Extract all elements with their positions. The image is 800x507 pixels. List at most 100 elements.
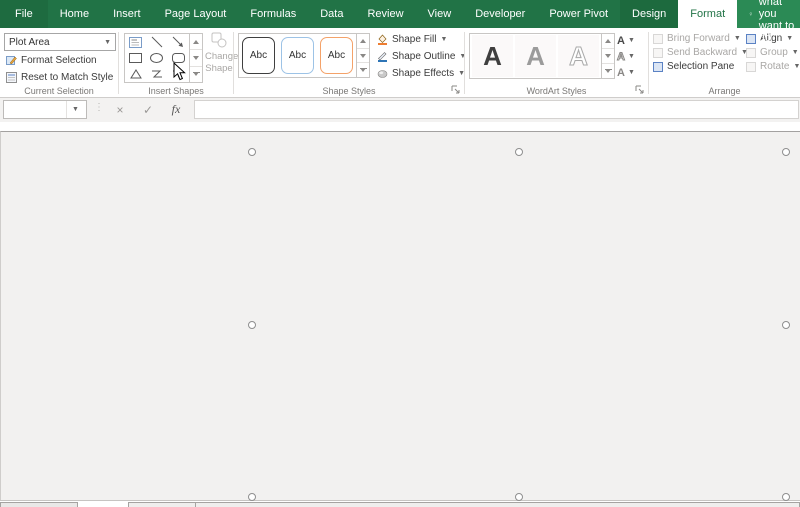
ribbon-tabs: FileHomeInsertPage LayoutFormulasDataRev…: [0, 0, 737, 28]
text-effects-button[interactable]: A▼: [617, 65, 635, 80]
wordart-gallery-scroll: [601, 34, 614, 78]
name-box[interactable]: ▼: [3, 100, 87, 119]
group-shape-styles: AbcAbcAbc Shape Fill▼ Shape Outline▼ Sha…: [234, 28, 464, 97]
selection-pane-button[interactable]: Selection Pane: [653, 61, 748, 72]
shape-arrow-button[interactable]: [168, 34, 189, 50]
cancel-button[interactable]: ×: [108, 100, 132, 119]
send-backward-button[interactable]: Send Backward▼: [653, 47, 748, 58]
rotate-label: Rotate: [760, 61, 789, 72]
selection-pane-label: Selection Pane: [667, 61, 734, 72]
gallery-scroll-up-button[interactable]: [190, 34, 202, 50]
selection-handle-top-middle[interactable]: [515, 148, 523, 156]
format-selection-button[interactable]: Format Selection: [6, 55, 97, 66]
group-button[interactable]: Group▼: [746, 47, 800, 58]
shape-style-preset-1[interactable]: Abc: [242, 37, 275, 74]
shape-textbox-button[interactable]: [125, 34, 146, 50]
horizontal-scrollbar-fragment[interactable]: [128, 502, 800, 507]
text-effects-icon: A: [617, 67, 625, 79]
bottom-bar-fragment: [0, 500, 800, 506]
lightbulb-icon: [749, 8, 753, 20]
selection-handle-top-left[interactable]: [248, 148, 256, 156]
change-shape-icon: [211, 32, 227, 48]
shape-freeform-button[interactable]: [146, 66, 167, 82]
shape-outline-label: Shape Outline: [392, 51, 455, 62]
rotate-button[interactable]: Rotate▼: [746, 61, 800, 72]
selection-pane-icon: [653, 62, 663, 72]
text-outline-icon: A: [617, 51, 625, 63]
gallery-more-button[interactable]: [190, 67, 202, 82]
sheet-tab-area-fragment[interactable]: [0, 502, 78, 507]
name-box-dropdown[interactable]: ▼: [66, 101, 84, 118]
group-current-selection: Plot Area ▼ Format Selection Reset to Ma…: [0, 28, 118, 97]
style-more-button[interactable]: [357, 63, 369, 77]
wordart-preset-2[interactable]: A: [515, 35, 556, 77]
change-shape-button[interactable]: Change Shape: [205, 32, 233, 74]
ribbon-tab-bar: FileHomeInsertPage LayoutFormulasDataRev…: [0, 0, 800, 28]
shape-rectangle-button[interactable]: [125, 50, 146, 66]
shape-style-preset-3[interactable]: Abc: [320, 37, 353, 74]
worksheet[interactable]: [0, 131, 800, 500]
text-fill-button[interactable]: A▼: [617, 33, 635, 48]
chevron-down-icon: ▼: [72, 106, 79, 113]
shape-fill-icon: [377, 34, 388, 45]
wordart-more-button[interactable]: [602, 64, 614, 78]
shape-oval-button[interactable]: [146, 50, 167, 66]
tab-page-layout[interactable]: Page Layout: [153, 0, 239, 28]
selection-handle-bottom-left[interactable]: [248, 493, 256, 501]
shape-line-button[interactable]: [146, 34, 167, 50]
tab-formulas[interactable]: Formulas: [238, 0, 308, 28]
text-fill-icon: A: [617, 35, 625, 47]
chart-element-selector[interactable]: Plot Area ▼: [4, 33, 116, 51]
shape-style-presets: AbcAbcAbc: [239, 34, 356, 77]
tab-developer[interactable]: Developer: [463, 0, 537, 28]
tab-file[interactable]: File: [0, 0, 48, 28]
chevron-down-icon: ▼: [792, 49, 799, 56]
wordart-preset-1[interactable]: A: [472, 35, 513, 77]
formula-input[interactable]: [194, 100, 799, 119]
selection-handle-bottom-middle[interactable]: [515, 493, 523, 501]
shape-style-preset-2[interactable]: Abc: [281, 37, 314, 74]
tell-me-box[interactable]: Tell me what you want to do: [737, 0, 800, 28]
wordart-scroll-up-button[interactable]: [602, 34, 614, 49]
gallery-scroll-down-button[interactable]: [190, 50, 202, 66]
tab-data[interactable]: Data: [308, 0, 355, 28]
shape-effects-button[interactable]: Shape Effects▼: [377, 68, 465, 79]
formula-bar: ▼ ⋮ × ✓ fx: [0, 98, 800, 122]
enter-button[interactable]: ✓: [136, 100, 160, 119]
selection-handle-top-right[interactable]: [782, 148, 790, 156]
tab-view[interactable]: View: [416, 0, 464, 28]
selection-handle-middle-right[interactable]: [782, 321, 790, 329]
reset-to-match-style-button[interactable]: Reset to Match Style: [6, 72, 113, 83]
tab-insert[interactable]: Insert: [101, 0, 153, 28]
text-outline-button[interactable]: A▼: [617, 49, 635, 64]
tab-format[interactable]: Format: [678, 0, 737, 28]
tab-review[interactable]: Review: [355, 0, 415, 28]
style-scroll-up-button[interactable]: [357, 34, 369, 49]
align-icon: [746, 34, 756, 44]
shape-fill-button[interactable]: Shape Fill▼: [377, 34, 447, 45]
shape-styles-dialog-launcher-icon[interactable]: [451, 85, 461, 95]
shape-gallery: [124, 33, 203, 83]
name-box-input[interactable]: [4, 101, 66, 118]
ribbon: Plot Area ▼ Format Selection Reset to Ma…: [0, 28, 800, 98]
wordart-preset-3[interactable]: A: [558, 35, 599, 77]
tab-home[interactable]: Home: [48, 0, 101, 28]
oval-icon: [150, 53, 163, 63]
tab-power-pivot[interactable]: Power Pivot: [537, 0, 620, 28]
style-scroll-down-button[interactable]: [357, 49, 369, 64]
shape-outline-button[interactable]: Shape Outline▼: [377, 51, 466, 62]
format-selection-label: Format Selection: [21, 55, 97, 66]
group-label-arrange: Arrange: [649, 86, 800, 96]
reset-style-icon: [6, 72, 17, 83]
shape-fill-label: Shape Fill: [392, 34, 436, 45]
selection-handle-middle-left[interactable]: [248, 321, 256, 329]
shape-triangle-button[interactable]: [125, 66, 146, 82]
tab-design[interactable]: Design: [620, 0, 678, 28]
insert-function-button[interactable]: fx: [164, 100, 188, 119]
selection-handle-bottom-right[interactable]: [782, 493, 790, 501]
wordart-dialog-launcher-icon[interactable]: [635, 85, 645, 95]
chevron-down-icon: ▼: [104, 39, 111, 46]
wordart-scroll-down-button[interactable]: [602, 49, 614, 64]
bring-forward-button[interactable]: Bring Forward▼: [653, 33, 748, 44]
formula-bar-drag-dots[interactable]: ⋮: [94, 102, 104, 113]
